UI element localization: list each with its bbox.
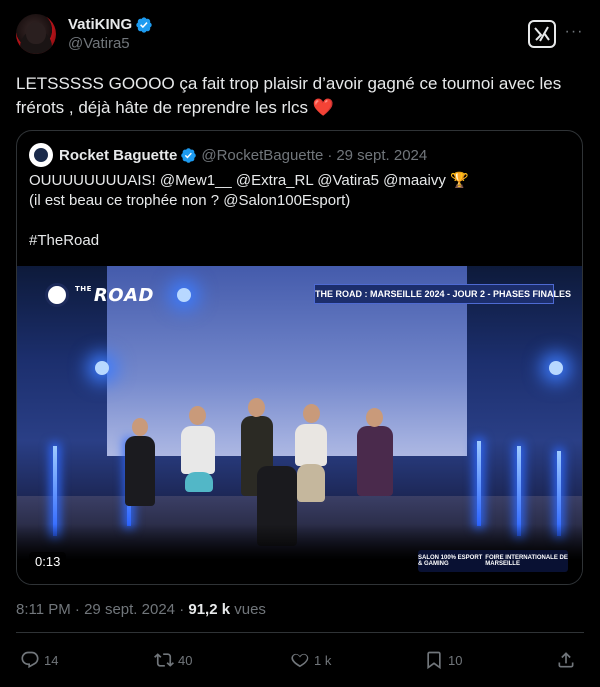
- video-player[interactable]: THE ROAD THE ROAD : MARSEILLE 2024 - JOUR…: [17, 266, 582, 584]
- player-head: [189, 406, 206, 425]
- like-count: 1 k: [314, 652, 332, 668]
- grok-button[interactable]: [528, 20, 556, 48]
- meta-separator: ·: [179, 601, 185, 618]
- author-name-block: VatiKING @Vatira5: [68, 16, 153, 54]
- heart-icon: [291, 653, 309, 668]
- player-figure: [297, 464, 325, 502]
- bookmark-count: 10: [448, 652, 463, 668]
- player-head: [366, 408, 383, 427]
- grok-icon: [534, 26, 550, 42]
- player-figure: [185, 472, 213, 492]
- player-figure: [295, 424, 327, 466]
- player-figure: [181, 426, 215, 474]
- quoted-tweet-header: Rocket Baguette @RocketBaguette · 29 sep…: [29, 143, 427, 167]
- tweet-body: LETSSSSS GOOOO ça fait trop plaisir d’av…: [16, 74, 562, 117]
- bookmark-icon: [427, 651, 441, 670]
- verified-badge-icon: [181, 147, 197, 163]
- author-display-name-row[interactable]: VatiKING: [68, 16, 153, 34]
- player-head: [303, 404, 320, 423]
- player-head: [132, 418, 148, 436]
- player-figure: [357, 426, 393, 496]
- the-road-emblem-icon: [45, 283, 69, 307]
- author-handle[interactable]: @Vatira5: [68, 34, 153, 54]
- the-road-logo-word: ROAD: [93, 284, 154, 306]
- retweet-button[interactable]: 40: [154, 648, 192, 672]
- tweet-time[interactable]: 8:11 PM: [16, 601, 71, 618]
- quoted-line: OUUUUUUUUAIS! @Mew1__ @Extra_RL @Vatira5…: [29, 172, 469, 189]
- the-road-logo-small: THE: [75, 284, 92, 293]
- like-button[interactable]: 1 k: [290, 648, 331, 672]
- stage-light: [549, 361, 563, 375]
- quoted-author-handle[interactable]: @RocketBaguette: [201, 147, 323, 164]
- reply-count: 14: [44, 652, 59, 668]
- sponsor-foire: FOIRE INTERNATIONALE DE MARSEILLE: [485, 555, 568, 567]
- bookmark-button[interactable]: 10: [424, 648, 462, 672]
- light-pillar: [53, 446, 57, 536]
- divider: [16, 632, 584, 633]
- author-avatar[interactable]: [16, 14, 56, 54]
- video-duration: 0:13: [29, 552, 67, 572]
- quoted-tweet[interactable]: Rocket Baguette @RocketBaguette · 29 sep…: [16, 130, 583, 585]
- retweet-icon: [154, 653, 174, 667]
- separator-dot: ·: [327, 146, 333, 164]
- retweet-count: 40: [178, 652, 193, 668]
- action-bar: 14 40 1 k 10: [16, 648, 584, 672]
- quoted-line-hashtag[interactable]: #TheRoad: [29, 231, 569, 251]
- meta-separator: ·: [74, 601, 80, 618]
- tweet-date[interactable]: 29 sept. 2024: [84, 601, 175, 618]
- the-road-logo: THE ROAD: [45, 280, 154, 310]
- sponsor-salon100: SALON 100% ESPORT & GAMING: [418, 555, 483, 567]
- event-banner: THE ROAD : MARSEILLE 2024 - JOUR 2 - PHA…: [314, 284, 571, 304]
- share-button[interactable]: [556, 648, 576, 672]
- light-pillar: [477, 441, 481, 526]
- author-display-name[interactable]: VatiKING: [68, 16, 132, 34]
- reply-icon: [21, 651, 39, 669]
- quoted-tweet-date[interactable]: 29 sept. 2024: [336, 147, 427, 164]
- light-pillar: [517, 446, 521, 536]
- tweet-meta: 8:11 PM · 29 sept. 2024 · 91,2 k vues: [16, 600, 266, 620]
- player-figure: [125, 436, 155, 506]
- tweet-header: VatiKING @Vatira5 ···: [16, 12, 584, 56]
- player-head: [248, 398, 265, 417]
- quoted-author-avatar[interactable]: [29, 143, 53, 167]
- sponsor-bar: SALON 100% ESPORT & GAMING FOIRE INTERNA…: [418, 550, 568, 572]
- stage-light: [95, 361, 109, 375]
- views-label: vues: [234, 601, 266, 618]
- more-options-icon[interactable]: ···: [564, 22, 584, 42]
- tweet-text: LETSSSSS GOOOO ça fait trop plaisir d’av…: [16, 72, 576, 120]
- share-icon: [558, 652, 574, 668]
- views-count[interactable]: 91,2 k: [188, 601, 230, 618]
- quoted-tweet-text: OUUUUUUUUAIS! @Mew1__ @Extra_RL @Vatira5…: [29, 171, 569, 251]
- quoted-author-display-name[interactable]: Rocket Baguette: [59, 147, 177, 164]
- quoted-line: [29, 211, 569, 231]
- quoted-line: (il est beau ce trophée non ? @Salon100E…: [29, 192, 351, 209]
- verified-badge-icon: [136, 17, 152, 33]
- stage-light: [177, 288, 191, 302]
- heart-emoji: ❤️: [312, 98, 334, 117]
- reply-button[interactable]: 14: [20, 648, 58, 672]
- the-road-logo-text: THE ROAD: [75, 285, 154, 306]
